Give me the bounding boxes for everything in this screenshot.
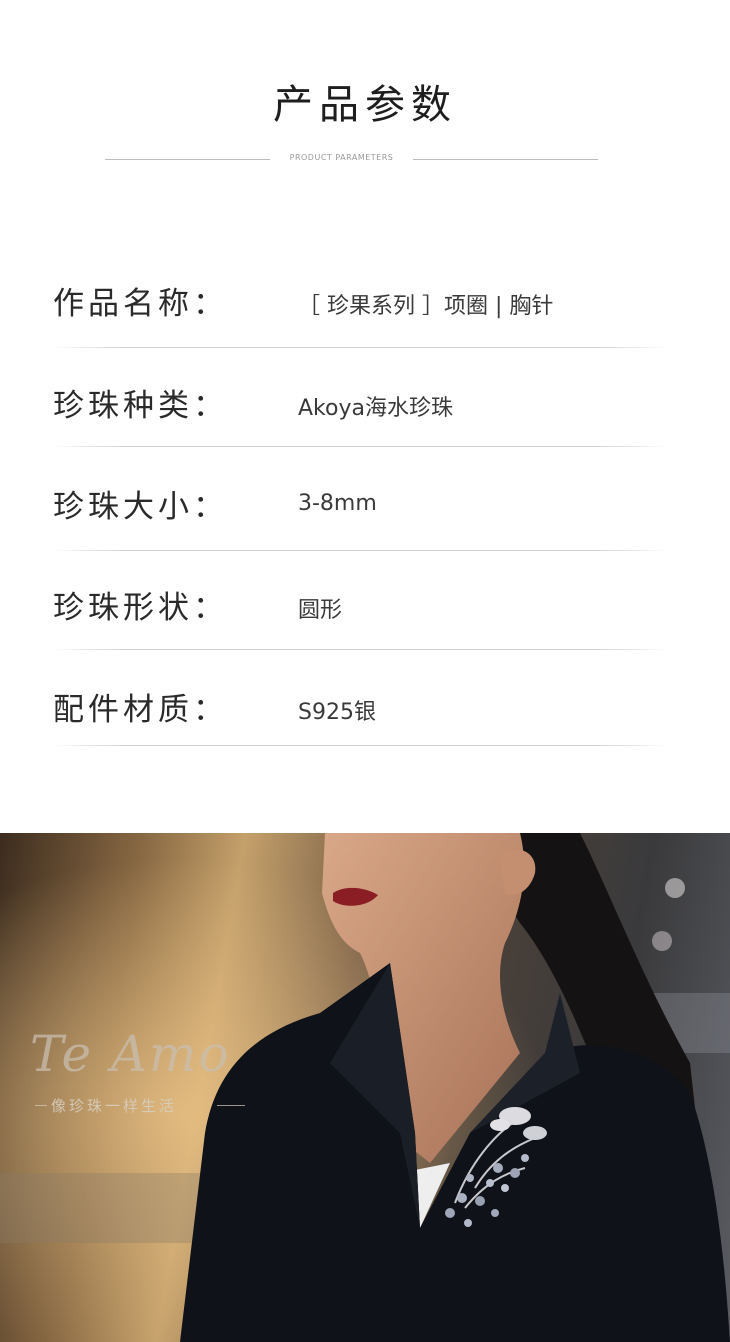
tagline-line-right xyxy=(217,1105,245,1106)
row-divider xyxy=(50,550,670,551)
page-subtitle: PRODUCT PARAMETERS xyxy=(289,153,394,162)
row-divider xyxy=(50,745,670,746)
row-divider xyxy=(50,446,670,447)
product-photo: Te Amo 像珍珠一样生活 xyxy=(0,833,730,1342)
param-label-name: 作品名称： xyxy=(53,286,228,322)
row-divider xyxy=(50,347,670,348)
param-value-material: S925银 xyxy=(298,700,376,725)
param-value-name: ［ 珍果系列 ］项圈 | 胸针 xyxy=(298,294,554,319)
divider-left xyxy=(105,159,270,160)
param-label-pearl-shape: 珍珠形状： xyxy=(53,590,228,626)
page-title: 产品参数 xyxy=(273,82,457,128)
param-label-pearl-type: 珍珠种类： xyxy=(53,388,228,424)
brand-logo: Te Amo xyxy=(30,1025,231,1083)
tagline-row: 像珍珠一样生活 xyxy=(35,1095,245,1115)
param-label-pearl-size: 珍珠大小： xyxy=(53,489,228,525)
tagline-line-left xyxy=(35,1105,47,1106)
tagline: 像珍珠一样生活 xyxy=(51,1097,178,1115)
model-illustration xyxy=(0,833,730,1342)
param-value-pearl-size: 3-8mm xyxy=(298,491,377,516)
param-value-pearl-type: Akoya海水珍珠 xyxy=(298,396,453,421)
param-value-pearl-shape: 圆形 xyxy=(298,598,343,623)
row-divider xyxy=(50,649,670,650)
subtitle-row: PRODUCT PARAMETERS xyxy=(0,150,730,170)
param-label-material: 配件材质： xyxy=(53,692,228,728)
divider-right xyxy=(413,159,598,160)
